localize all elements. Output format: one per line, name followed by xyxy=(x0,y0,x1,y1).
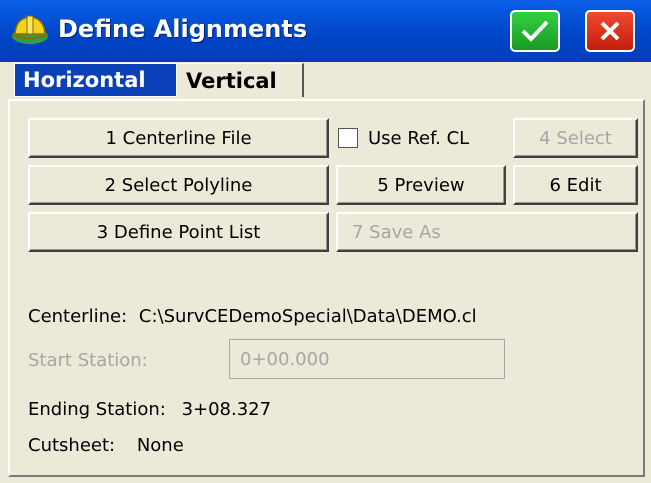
centerline-value: C:\SurvCEDemoSpecial\Data\DEMO.cl xyxy=(138,306,477,327)
centerline-file-button[interactable]: 1 Centerline File xyxy=(28,118,329,158)
checkmark-icon xyxy=(521,20,549,42)
select-polyline-button[interactable]: 2 Select Polyline xyxy=(28,165,329,205)
ending-station-label: Ending Station: xyxy=(28,399,166,420)
close-icon xyxy=(600,21,620,41)
define-point-list-button[interactable]: 3 Define Point List xyxy=(28,212,329,252)
checkbox-box[interactable] xyxy=(338,128,358,148)
use-ref-cl-label: Use Ref. CL xyxy=(368,127,470,149)
window-title: Define Alignments xyxy=(58,15,308,43)
centerline-label: Centerline: xyxy=(28,306,128,327)
title-bar: Define Alignments xyxy=(0,0,651,62)
ending-station-value: 3+08.327 xyxy=(181,399,272,420)
start-station-input[interactable] xyxy=(229,339,505,379)
cutsheet-row: Cutsheet: None xyxy=(28,435,184,456)
save-as-button[interactable]: 7 Save As xyxy=(336,212,638,252)
cutsheet-label: Cutsheet: xyxy=(28,435,116,456)
start-station-label: Start Station: xyxy=(28,350,148,371)
use-ref-cl-checkbox[interactable]: Use Ref. CL xyxy=(338,118,469,158)
tab-vertical[interactable]: Vertical xyxy=(178,63,304,97)
select-button[interactable]: 4 Select xyxy=(513,118,638,158)
preview-button[interactable]: 5 Preview xyxy=(336,165,506,205)
cutsheet-value: None xyxy=(136,435,184,456)
tab-strip: Horizontal Vertical xyxy=(8,63,645,99)
edit-button[interactable]: 6 Edit xyxy=(513,165,638,205)
hardhat-icon xyxy=(10,12,50,48)
ok-button[interactable] xyxy=(510,10,560,52)
centerline-row: Centerline: C:\SurvCEDemoSpecial\Data\DE… xyxy=(28,306,477,327)
tab-horizontal[interactable]: Horizontal xyxy=(14,63,177,97)
ending-station-row: Ending Station: 3+08.327 xyxy=(28,399,271,420)
close-button[interactable] xyxy=(585,10,635,52)
